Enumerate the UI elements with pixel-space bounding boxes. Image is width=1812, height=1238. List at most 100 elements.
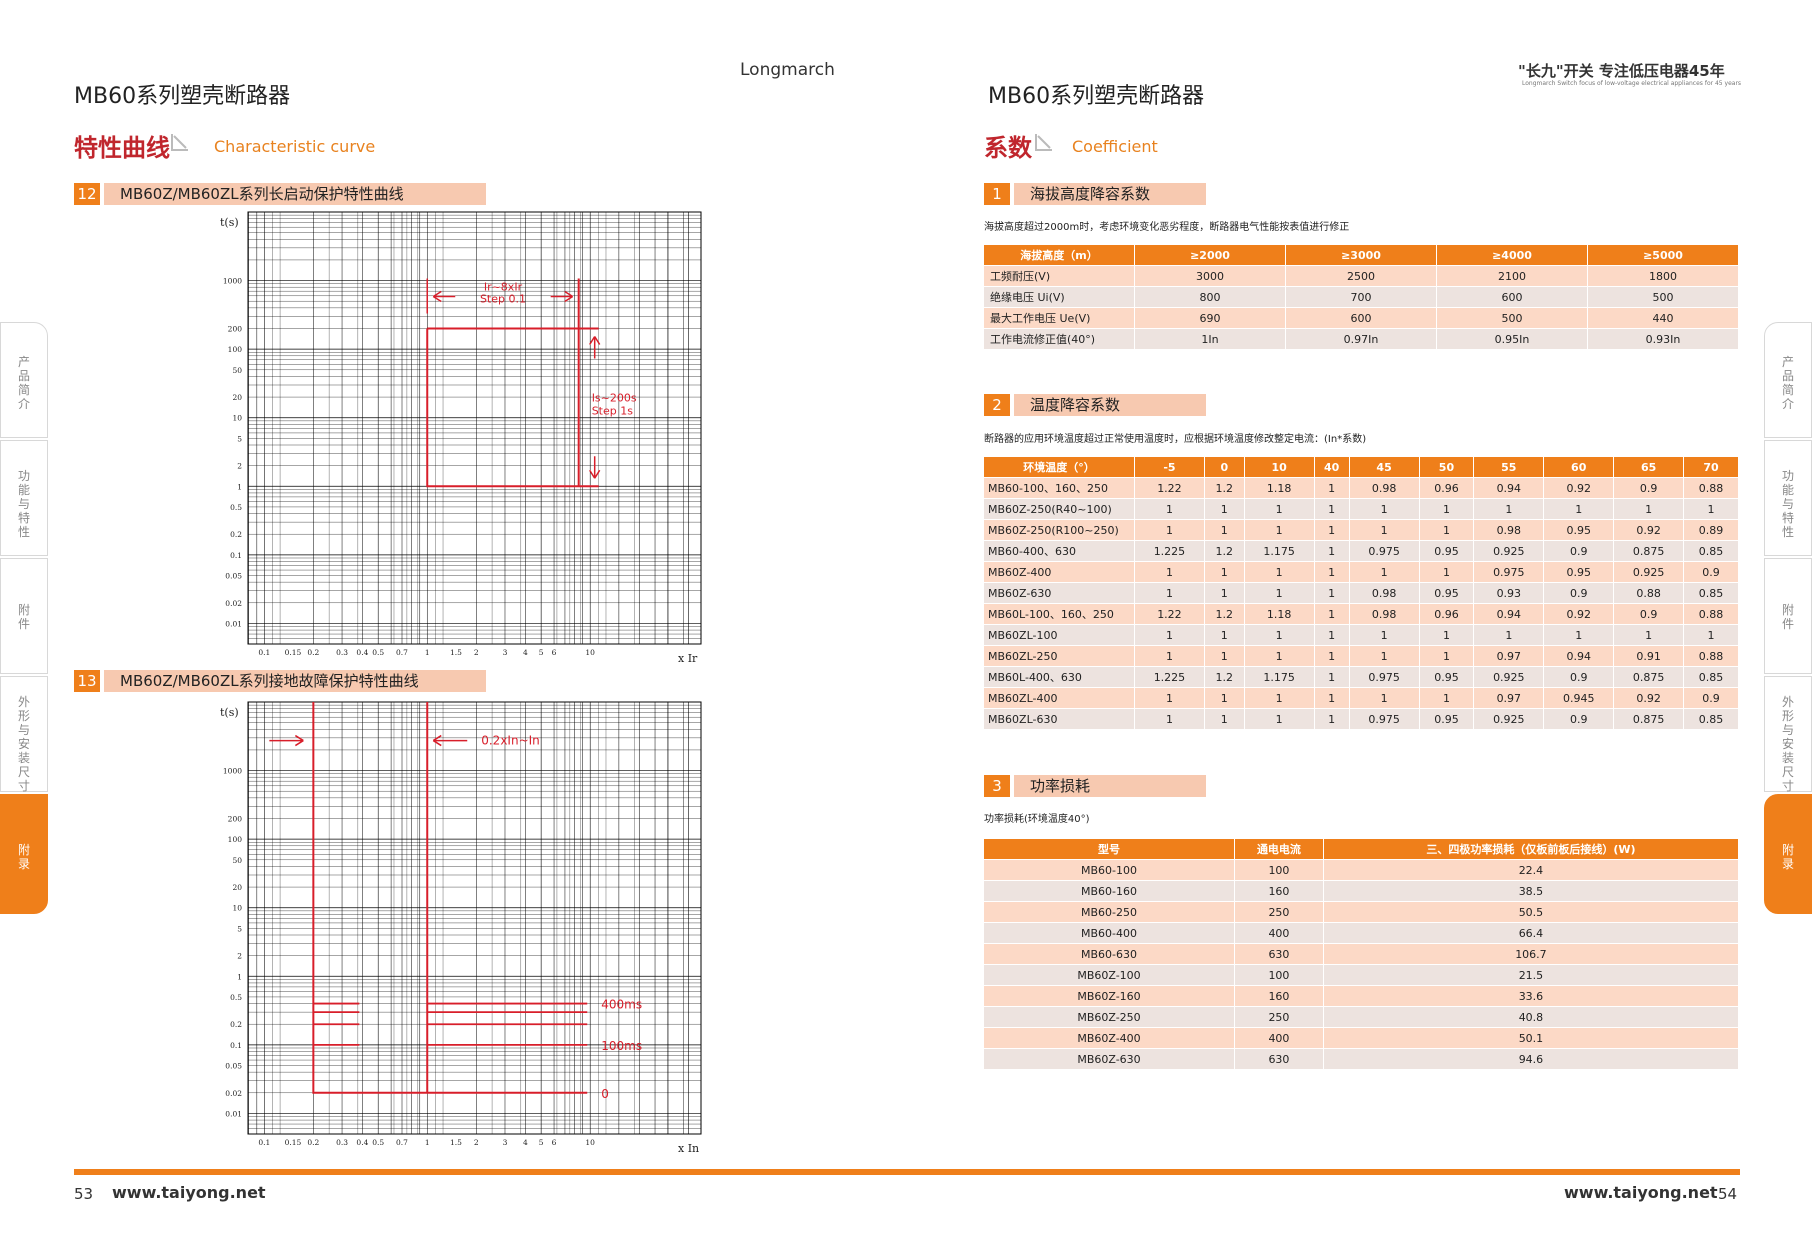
slogan: "长九"开关 专注低压电器45年 <box>1518 62 1725 80</box>
x-tick-label: 0.1 <box>258 648 270 657</box>
x-tick-label: 1 <box>425 648 430 657</box>
table-cell: MB60Z-250 <box>983 1006 1235 1028</box>
x-axis-label: x Ir <box>678 652 698 665</box>
table-cell: 1 <box>1418 519 1475 541</box>
x-tick-label: 1.5 <box>450 648 462 657</box>
table-cell: 0.85 <box>1683 666 1739 688</box>
table-header-cell: 海拔高度（m） <box>983 244 1135 266</box>
right-series-title: MB60系列塑壳断路器 <box>988 84 1205 109</box>
table-header-cell: 60 <box>1543 456 1615 478</box>
left-tab-dimensions[interactable]: 外形与安装尺寸 <box>0 676 48 793</box>
table-cell: 0.875 <box>1613 708 1685 730</box>
table-cell: MB60Z-630 <box>983 1048 1235 1070</box>
table-cell: 0.89 <box>1683 519 1739 541</box>
y-tick-label: 50 <box>232 366 242 375</box>
sec2-number: 2 <box>984 394 1010 416</box>
chart-frame <box>247 701 702 1135</box>
table-cell: 0.85 <box>1683 708 1739 730</box>
left-tab-features[interactable]: 功能与特性 <box>0 440 48 556</box>
table-cell: MB60-100、160、250 <box>983 477 1135 499</box>
table-cell: 250 <box>1234 901 1324 923</box>
table-cell: 0.9 <box>1613 603 1685 625</box>
table-cell: 1 <box>1348 687 1420 709</box>
right-tab-accessories[interactable]: 附件 <box>1764 558 1812 674</box>
table-row: MB60-250 250 50.5 <box>983 901 1740 923</box>
table-cell: 1 <box>1203 498 1245 520</box>
table-header-cell: ≥5000 <box>1587 244 1739 266</box>
left-tab-appendix[interactable]: 附录 <box>0 794 48 914</box>
chart12-long-start-curve: t(s) x Ir 1000 200 100 50 20 10 5 2 1 0.5 0.2 0.1 0.05… <box>220 211 702 665</box>
table-cell: MB60ZL-100 <box>983 624 1135 646</box>
table-row: MB60Z-630 1 1 1 1 0.98 0.95 0.93 0.9 0.88 0.85 <box>983 582 1739 604</box>
table-cell: 0.93 <box>1473 582 1545 604</box>
table-cell: 1 <box>1243 624 1315 646</box>
table-cell: MB60-160 <box>983 880 1235 902</box>
table-cell: 1 <box>1418 687 1475 709</box>
table-cell: 0.9 <box>1613 477 1685 499</box>
table-row: MB60L-400、630 1.225 1.2 1.175 1 0.975 0.95 0.92… <box>983 666 1739 688</box>
x-tick-label: 5 <box>539 1138 544 1147</box>
tab-label: 附录 <box>17 843 30 871</box>
table-cell: 1 <box>1418 645 1475 667</box>
left-tab-accessories[interactable]: 附件 <box>0 558 48 674</box>
table-cell: 800 <box>1134 286 1286 308</box>
x-tick-label: 0.1 <box>258 1138 270 1147</box>
left-tab-product-intro[interactable]: 产品简介 <box>0 322 48 438</box>
table-cell: 1 <box>1134 519 1205 541</box>
left-section-subtitle: Characteristic curve <box>214 137 376 156</box>
x-tick-label: 4 <box>523 1138 528 1147</box>
table-header-cell: 0 <box>1203 456 1245 478</box>
right-footer-url[interactable]: www.taiyong.net <box>1564 1183 1718 1202</box>
x-tick-label: 0.4 <box>356 1138 368 1147</box>
table-cell: 0.875 <box>1613 540 1685 562</box>
tab-label: 功能与特性 <box>17 469 30 539</box>
table-cell: 94.6 <box>1322 1048 1740 1070</box>
table-cell: 最大工作电压 Ue(V) <box>983 307 1135 329</box>
table-cell: 160 <box>1234 880 1324 902</box>
chart13-title: MB60Z/MB60ZL系列接地故障保护特性曲线 <box>104 670 486 692</box>
y-tick-label: 2 <box>237 462 242 471</box>
table-header-cell: 65 <box>1613 456 1685 478</box>
table-cell: 1 <box>1134 561 1205 583</box>
right-tab-product-intro[interactable]: 产品简介 <box>1764 322 1812 438</box>
sec3-number: 3 <box>984 775 1010 797</box>
table-cell: 1 <box>1313 687 1350 709</box>
annotation-label: 0.2xIn~In <box>481 734 540 748</box>
right-tab-appendix[interactable]: 附录 <box>1764 794 1812 914</box>
left-footer-url[interactable]: www.taiyong.net <box>112 1183 266 1202</box>
table-header-cell: 10 <box>1243 456 1315 478</box>
table-cell: 0.92 <box>1613 519 1685 541</box>
table-cell: MB60L-400、630 <box>983 666 1135 688</box>
table-cell: 1 <box>1613 624 1685 646</box>
right-tab-dimensions[interactable]: 外形与安装尺寸 <box>1764 676 1812 793</box>
table-cell: 1 <box>1683 498 1739 520</box>
y-tick-label: 100 <box>228 835 243 844</box>
table-cell: 100 <box>1234 964 1324 986</box>
table-cell: 630 <box>1234 943 1324 965</box>
tab-label: 附件 <box>1781 603 1794 631</box>
annotation-label: 0 <box>601 1087 609 1101</box>
sec1-number: 1 <box>984 183 1010 205</box>
table-cell: 38.5 <box>1322 880 1740 902</box>
altitude-derating-table: 海拔高度（m） ≥2000 ≥3000 ≥4000 ≥5000 工频耐压(V) 3000 25… <box>983 244 1739 350</box>
y-tick-label: 200 <box>228 325 243 334</box>
left-series-title: MB60系列塑壳断路器 <box>74 84 291 109</box>
table-cell: 1.2 <box>1203 477 1245 499</box>
table-cell: 400 <box>1234 922 1324 944</box>
table-row: MB60-400、630 1.225 1.2 1.175 1 0.975 0.95 0.925… <box>983 540 1739 562</box>
table-cell: 1 <box>1203 519 1245 541</box>
annotation-label: Is~200s <box>592 391 637 404</box>
tab-label: 附件 <box>17 603 30 631</box>
table-cell: 100 <box>1234 859 1324 881</box>
table-cell: 1 <box>1473 498 1545 520</box>
annotation-label: Step 1s <box>592 404 634 417</box>
tab-label: 功能与特性 <box>1781 469 1794 539</box>
y-tick-label: 0.01 <box>225 619 242 628</box>
table-cell: 1 <box>1473 624 1545 646</box>
y-tick-label: 1 <box>237 482 242 491</box>
y-tick-label: 20 <box>232 393 242 402</box>
right-tab-features[interactable]: 功能与特性 <box>1764 440 1812 556</box>
table-cell: MB60L-100、160、250 <box>983 603 1135 625</box>
table-cell: 1 <box>1418 561 1475 583</box>
y-tick-label: 5 <box>237 924 242 933</box>
